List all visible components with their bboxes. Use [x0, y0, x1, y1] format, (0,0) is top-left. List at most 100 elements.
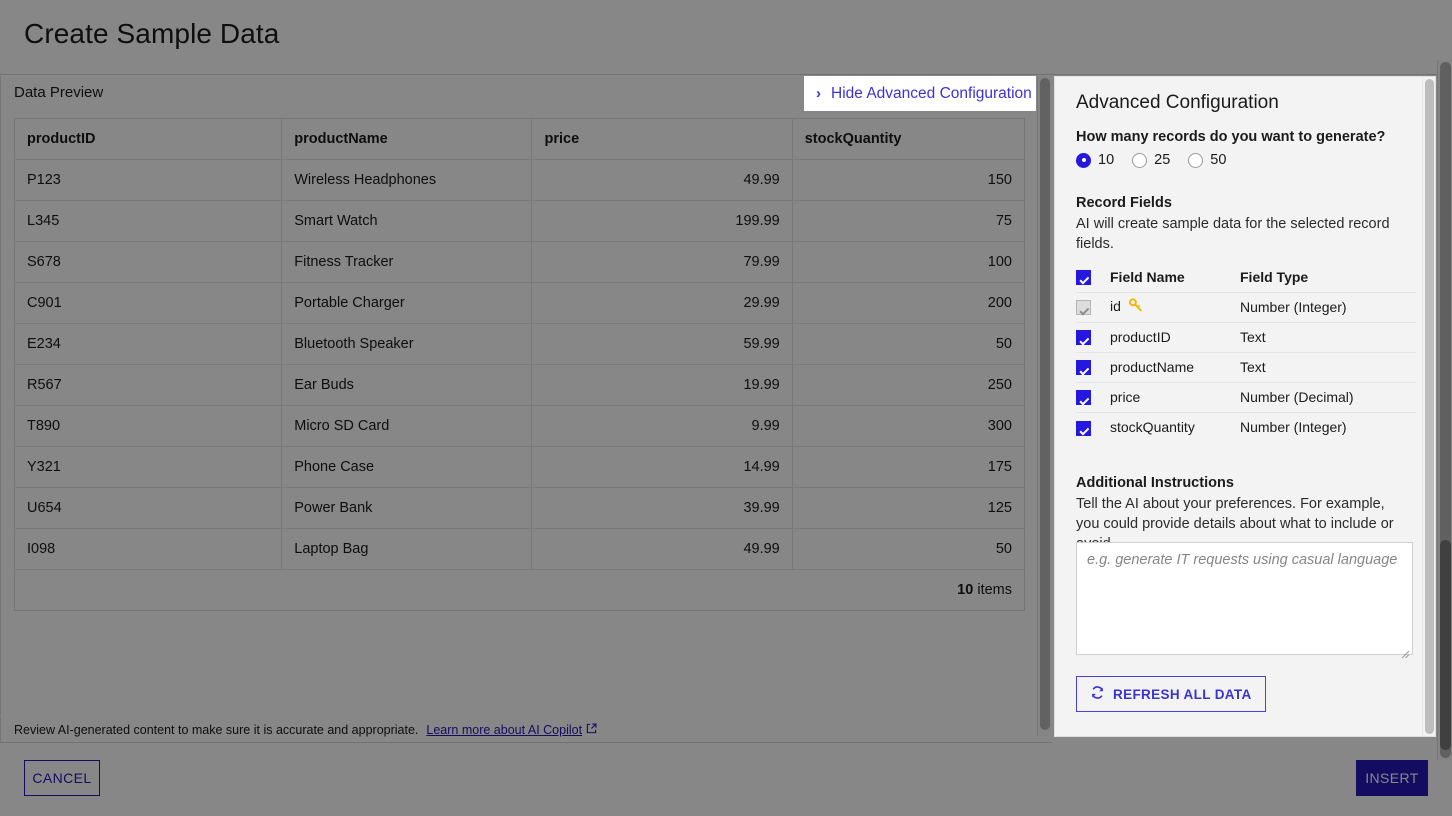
table-row[interactable]: L345 Smart Watch 199.99 75 [14, 200, 1025, 242]
record-field-type: Number (Integer) [1240, 292, 1416, 323]
column-header-stockquantity[interactable]: stockQuantity [792, 118, 1025, 160]
record-field-row[interactable]: id Number (Integer) [1076, 292, 1416, 323]
page-title: Create Sample Data [24, 18, 280, 49]
record-fields-description: AI will create sample data for the selec… [1076, 216, 1390, 252]
cell-price: 29.99 [531, 282, 793, 324]
record-field-checkbox-id [1076, 300, 1091, 316]
learn-more-link-label: Learn more about AI Copilot [426, 722, 583, 737]
cell-productid: Y321 [14, 446, 283, 488]
cell-stockquantity: 75 [792, 200, 1025, 242]
refresh-all-data-label: REFRESH ALL DATA [1113, 686, 1252, 702]
cell-stockquantity: 100 [792, 241, 1025, 283]
record-count-option-50[interactable]: 50 [1188, 152, 1226, 168]
cell-stockquantity: 50 [792, 323, 1025, 365]
data-preview-table: productID productName price stockQuantit… [14, 118, 1025, 611]
create-sample-data-dialog: Create Sample Data Data Preview productI… [0, 0, 1452, 816]
column-header-productid[interactable]: productID [14, 118, 283, 160]
record-field-checkbox-cell [1076, 412, 1110, 442]
table-row[interactable]: C901 Portable Charger 29.99 200 [14, 282, 1025, 324]
insert-button[interactable]: INSERT [1356, 760, 1428, 796]
cell-price: 9.99 [531, 405, 793, 447]
record-count-label-10: 10 [1098, 152, 1115, 168]
table-row[interactable]: S678 Fitness Tracker 79.99 100 [14, 241, 1025, 283]
cell-productid: R567 [14, 364, 283, 406]
cell-productid: U654 [14, 487, 283, 529]
hide-advanced-configuration-button[interactable]: › Hide Advanced Configuration [804, 76, 1036, 111]
record-field-name: productID [1110, 322, 1240, 353]
window-scrollbar-thumb[interactable] [1440, 540, 1451, 750]
record-field-checkbox-productname[interactable] [1076, 360, 1091, 376]
cell-price: 199.99 [531, 200, 793, 242]
record-fields-header-row: Field Name Field Type [1076, 262, 1416, 293]
select-all-checkbox[interactable] [1076, 270, 1091, 286]
cell-price: 49.99 [531, 159, 793, 201]
dialog-action-bar: CANCEL INSERT [0, 744, 1452, 816]
advanced-configuration-heading: Advanced Configuration [1076, 92, 1279, 113]
table-row[interactable]: E234 Bluetooth Speaker 59.99 50 [14, 323, 1025, 365]
record-field-checkbox-stockquantity[interactable] [1076, 420, 1091, 436]
record-field-row[interactable]: stockQuantity Number (Integer) [1076, 412, 1416, 442]
additional-instructions-input[interactable] [1076, 542, 1413, 655]
record-field-row[interactable]: productName Text [1076, 352, 1416, 383]
cell-productid: I098 [14, 528, 283, 570]
record-field-name-label: price [1110, 389, 1141, 405]
cell-stockquantity: 125 [792, 487, 1025, 529]
cell-stockquantity: 300 [792, 405, 1025, 447]
data-preview-label: Data Preview [14, 84, 104, 101]
cell-stockquantity: 175 [792, 446, 1025, 488]
record-field-checkbox-cell [1076, 382, 1110, 413]
cell-productid: T890 [14, 405, 283, 447]
column-header-price[interactable]: price [531, 118, 793, 160]
record-field-row[interactable]: productID Text [1076, 322, 1416, 353]
cell-stockquantity: 50 [792, 528, 1025, 570]
record-count-option-25[interactable]: 25 [1132, 152, 1170, 168]
cell-productname: Wireless Headphones [281, 159, 533, 201]
record-count-label-50: 50 [1210, 152, 1227, 168]
cell-price: 79.99 [531, 241, 793, 283]
table-row[interactable]: U654 Power Bank 39.99 125 [14, 487, 1025, 529]
table-row[interactable]: Y321 Phone Case 14.99 175 [14, 446, 1025, 488]
table-row[interactable]: R567 Ear Buds 19.99 250 [14, 364, 1025, 406]
record-field-type: Text [1240, 322, 1416, 353]
cancel-button[interactable]: CANCEL [24, 760, 100, 796]
record-field-type: Number (Integer) [1240, 419, 1347, 436]
record-field-row[interactable]: price Number (Decimal) [1076, 382, 1416, 413]
record-count-option-10[interactable]: 10 [1076, 152, 1114, 168]
cell-productid: E234 [14, 323, 283, 365]
cell-price: 49.99 [531, 528, 793, 570]
table-footer-row: 10 items [15, 570, 1025, 611]
data-preview-region: Data Preview productID productName price… [0, 76, 1052, 716]
window-vertical-scrollbar[interactable] [1437, 60, 1452, 760]
record-field-name-label: id [1110, 297, 1121, 314]
table-row[interactable]: I098 Laptop Bag 49.99 50 [14, 528, 1025, 570]
record-field-checkbox-productid[interactable] [1076, 330, 1091, 346]
additional-instructions-title: Additional Instructions [1076, 475, 1234, 491]
column-header-productname[interactable]: productName [281, 118, 533, 160]
cell-productname: Fitness Tracker [281, 241, 533, 283]
hide-advanced-configuration-label: Hide Advanced Configuration [831, 84, 1032, 102]
advanced-configuration-panel: Advanced Configuration How many records … [1054, 76, 1436, 737]
record-field-type: Number (Decimal) [1240, 382, 1416, 413]
record-count-question: How many records do you want to generate… [1076, 129, 1386, 145]
record-field-checkbox-cell [1076, 292, 1110, 323]
record-field-name: price [1110, 382, 1240, 413]
refresh-all-data-button[interactable]: REFRESH ALL DATA [1076, 676, 1266, 712]
table-row[interactable]: T890 Micro SD Card 9.99 300 [14, 405, 1025, 447]
cell-stockquantity: 200 [792, 282, 1025, 324]
preview-vertical-scrollbar[interactable] [1037, 76, 1051, 736]
preview-scrollbar-thumb[interactable] [1040, 78, 1050, 730]
record-field-checkbox-price[interactable] [1076, 390, 1091, 406]
cell-productname: Bluetooth Speaker [281, 323, 533, 365]
record-fields-header-name: Field Name [1110, 262, 1240, 293]
table-row[interactable]: P123 Wireless Headphones 49.99 150 [14, 159, 1025, 201]
cell-price: 19.99 [531, 364, 793, 406]
row-count-summary: 10 items [15, 570, 1025, 611]
cell-productname: Ear Buds [281, 364, 533, 406]
cell-productid: C901 [14, 282, 283, 324]
advanced-panel-scrollbar[interactable] [1422, 77, 1435, 736]
advanced-panel-scrollbar-thumb[interactable] [1425, 79, 1434, 734]
cell-productid: P123 [14, 159, 283, 201]
refresh-icon [1090, 685, 1105, 703]
learn-more-link[interactable]: Learn more about AI Copilot [426, 723, 597, 737]
record-count-label-25: 25 [1154, 152, 1171, 168]
